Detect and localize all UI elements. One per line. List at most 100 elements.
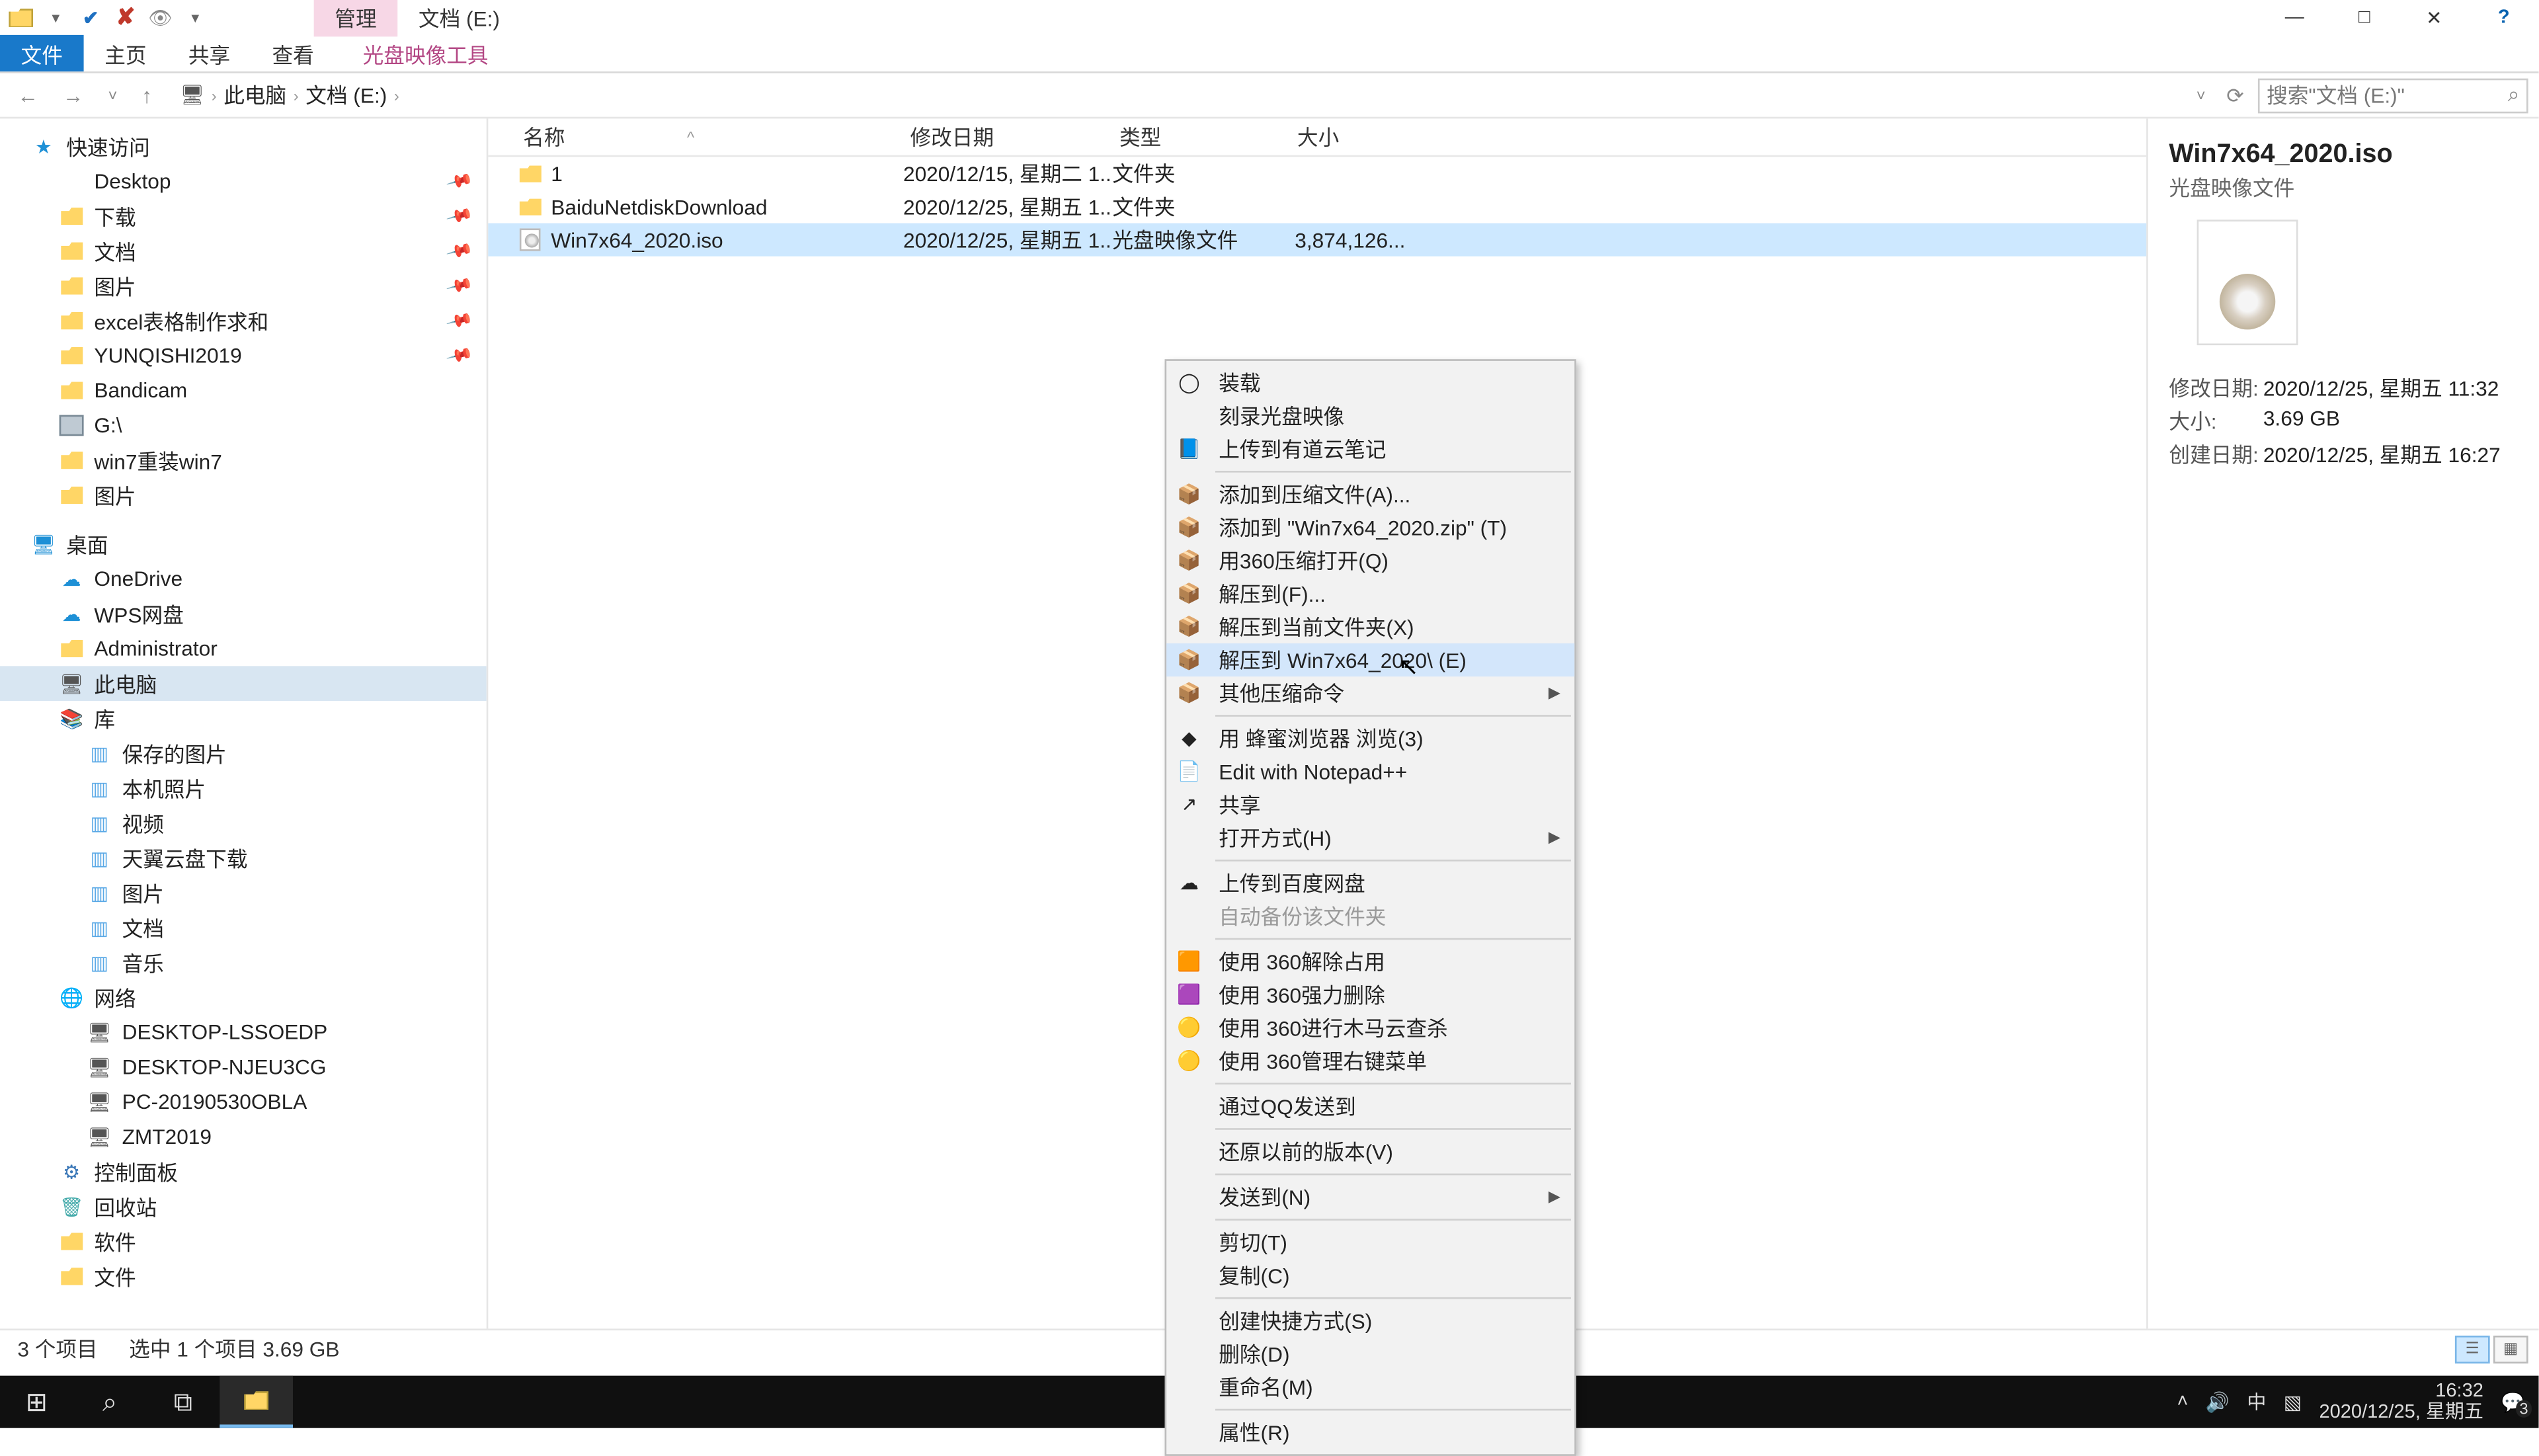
sidebar-item[interactable]: 软件 — [0, 1224, 487, 1259]
context-menu-item[interactable]: 📄Edit with Notepad++ — [1166, 755, 1574, 788]
context-menu[interactable]: ◯装载刻录光盘映像📘上传到有道云笔记📦添加到压缩文件(A)...📦添加到 "Wi… — [1165, 359, 1576, 1456]
context-menu-item[interactable]: 发送到(N)▶ — [1166, 1180, 1574, 1213]
sidebar-item[interactable]: 🖥PC-20190530OBLA — [0, 1084, 487, 1119]
sidebar-item[interactable]: 下载📌 — [0, 199, 487, 234]
sidebar-item[interactable]: ☁WPS网盘 — [0, 596, 487, 631]
sidebar-item[interactable]: Bandicam — [0, 373, 487, 408]
sidebar-item[interactable]: 🖥ZMT2019 — [0, 1119, 487, 1154]
sidebar-item[interactable]: win7重装win7 — [0, 443, 487, 478]
help-button[interactable]: ? — [2469, 0, 2538, 35]
sidebar-item[interactable]: ▥保存的图片 — [0, 736, 487, 771]
context-menu-item[interactable]: 🟧使用 360解除占用 — [1166, 945, 1574, 978]
col-name[interactable]: 名称 — [516, 122, 903, 152]
maximize-button[interactable]: □ — [2329, 0, 2399, 35]
col-size[interactable]: 大小 — [1290, 122, 1412, 152]
qat-eye-icon[interactable]: 👁 — [147, 3, 175, 31]
search-button[interactable]: ⌕ — [73, 1376, 147, 1428]
sidebar-item[interactable]: 🖥DESKTOP-LSSOEDP — [0, 1015, 487, 1050]
column-headers[interactable]: 名称 修改日期 类型 大小 — [488, 118, 2146, 157]
navigation-pane[interactable]: ★快速访问 Desktop📌下载📌文档📌图片📌excel表格制作求和📌YUNQI… — [0, 118, 488, 1328]
context-menu-item[interactable]: 属性(R) — [1166, 1416, 1574, 1449]
app-tray-icon[interactable]: ▧ — [2284, 1391, 2302, 1413]
minimize-button[interactable]: — — [2260, 0, 2329, 35]
context-menu-item[interactable]: 📦解压到当前文件夹(X) — [1166, 610, 1574, 643]
sidebar-item[interactable]: ▥音乐 — [0, 945, 487, 980]
sidebar-item[interactable]: ▥本机照片 — [0, 771, 487, 806]
sidebar-item[interactable]: 📚库 — [0, 701, 487, 736]
sidebar-item[interactable]: 🖥此电脑 — [0, 666, 487, 701]
address-dropdown-icon[interactable]: ˅ — [2189, 87, 2212, 104]
ribbon-share-tab[interactable]: 共享 — [167, 35, 251, 71]
context-menu-item[interactable]: ◯装载 — [1166, 366, 1574, 399]
task-view-button[interactable]: ⧉ — [147, 1376, 220, 1428]
file-row[interactable]: 12020/12/15, 星期二 1...文件夹 — [488, 157, 2146, 190]
col-date[interactable]: 修改日期 — [903, 122, 1112, 152]
view-details-button[interactable]: ☰ — [2455, 1335, 2490, 1363]
forward-button[interactable]: → — [56, 83, 91, 107]
ime-indicator[interactable]: 中 — [2247, 1388, 2266, 1416]
taskbar-clock[interactable]: 16:32 2020/12/25, 星期五 — [2319, 1381, 2483, 1423]
context-menu-item[interactable]: 还原以前的版本(V) — [1166, 1135, 1574, 1168]
context-menu-item[interactable]: 📦解压到 Win7x64_2020\ (E) — [1166, 643, 1574, 676]
sidebar-item[interactable]: Desktop📌 — [0, 164, 487, 199]
sidebar-item[interactable]: ▥视频 — [0, 805, 487, 840]
context-menu-item[interactable]: 🟡使用 360进行木马云查杀 — [1166, 1011, 1574, 1044]
explorer-taskbar-button[interactable] — [220, 1376, 293, 1428]
up-button[interactable]: ↑ — [135, 83, 159, 107]
file-row[interactable]: BaiduNetdiskDownload2020/12/25, 星期五 1...… — [488, 190, 2146, 223]
history-dropdown-icon[interactable]: ˅ — [101, 87, 124, 104]
qat-check-icon[interactable]: ✔ — [77, 3, 104, 31]
view-icons-button[interactable]: ▦ — [2493, 1335, 2528, 1363]
breadcrumb-root[interactable]: 此电脑 — [223, 80, 286, 110]
volume-icon[interactable]: 🔊 — [2206, 1391, 2230, 1413]
title-context-tab[interactable]: 管理 — [314, 0, 398, 36]
context-menu-item[interactable]: 🟪使用 360强力删除 — [1166, 978, 1574, 1011]
sidebar-item[interactable]: Administrator — [0, 631, 487, 667]
notifications-button[interactable]: 💬3 — [2501, 1391, 2524, 1413]
qat-x-icon[interactable]: ✘ — [112, 3, 140, 31]
ribbon-disc-tool-tab[interactable]: 光盘映像工具 — [342, 35, 509, 71]
sidebar-item[interactable]: ⚙控制面板 — [0, 1154, 487, 1190]
file-row[interactable]: Win7x64_2020.iso2020/12/25, 星期五 1...光盘映像… — [488, 223, 2146, 257]
context-menu-item[interactable]: 📦用360压缩打开(Q) — [1166, 544, 1574, 577]
context-menu-item[interactable]: ↗共享 — [1166, 788, 1574, 821]
context-menu-item[interactable]: 打开方式(H)▶ — [1166, 821, 1574, 854]
context-menu-item[interactable]: 刻录光盘映像 — [1166, 399, 1574, 432]
sidebar-item[interactable]: excel表格制作求和📌 — [0, 303, 487, 339]
context-menu-item[interactable]: 重命名(M) — [1166, 1371, 1574, 1404]
sidebar-desktop[interactable]: 🖥桌面 — [0, 526, 487, 561]
ribbon-file-tab[interactable]: 文件 — [0, 35, 84, 71]
qat-dropdown-icon[interactable]: ▾ — [42, 3, 69, 31]
context-menu-item[interactable]: ◆用 蜂蜜浏览器 浏览(3) — [1166, 722, 1574, 755]
context-menu-item[interactable]: 📦添加到压缩文件(A)... — [1166, 478, 1574, 511]
context-menu-item[interactable]: 创建快捷方式(S) — [1166, 1304, 1574, 1337]
sidebar-item[interactable]: 图片 — [0, 478, 487, 513]
context-menu-item[interactable]: 剪切(T) — [1166, 1226, 1574, 1259]
sidebar-item[interactable]: ▥图片 — [0, 875, 487, 910]
search-input[interactable]: 搜索"文档 (E:)" ⌕ — [2258, 77, 2528, 112]
tray-chevron-icon[interactable]: ˄ — [2177, 1391, 2189, 1412]
refresh-button[interactable]: ⟳ — [2220, 83, 2251, 107]
col-type[interactable]: 类型 — [1112, 122, 1290, 152]
sidebar-item[interactable]: ▥天翼云盘下载 — [0, 840, 487, 875]
sidebar-item[interactable]: 文档📌 — [0, 233, 487, 268]
file-list-pane[interactable]: 名称 修改日期 类型 大小 12020/12/15, 星期二 1...文件夹Ba… — [488, 118, 2146, 1328]
start-button[interactable]: ⊞ — [0, 1376, 73, 1428]
context-menu-item[interactable]: ☁上传到百度网盘 — [1166, 867, 1574, 900]
qat-more-icon[interactable]: ▾ — [181, 3, 209, 31]
context-menu-item[interactable]: 📦其他压缩命令▶ — [1166, 676, 1574, 709]
breadcrumb[interactable]: 🖥 › 此电脑 › 文档 (E:) › — [169, 80, 2179, 110]
back-button[interactable]: ← — [11, 83, 46, 107]
sidebar-item[interactable]: 文件 — [0, 1259, 487, 1294]
breadcrumb-drive[interactable]: 文档 (E:) — [305, 80, 387, 110]
context-menu-item[interactable]: 📘上传到有道云笔记 — [1166, 432, 1574, 465]
system-tray[interactable]: ˄ 🔊 中 ▧ 16:32 2020/12/25, 星期五 💬3 — [2163, 1381, 2538, 1423]
context-menu-item[interactable]: 通过QQ发送到 — [1166, 1090, 1574, 1123]
context-menu-item[interactable]: 删除(D) — [1166, 1338, 1574, 1371]
sidebar-item[interactable]: ☁OneDrive — [0, 561, 487, 596]
context-menu-item[interactable]: 🟡使用 360管理右键菜单 — [1166, 1045, 1574, 1078]
sidebar-item[interactable]: ▥文档 — [0, 910, 487, 946]
ribbon-home-tab[interactable]: 主页 — [84, 35, 168, 71]
ribbon-view-tab[interactable]: 查看 — [251, 35, 335, 71]
sidebar-item[interactable]: 图片📌 — [0, 268, 487, 303]
